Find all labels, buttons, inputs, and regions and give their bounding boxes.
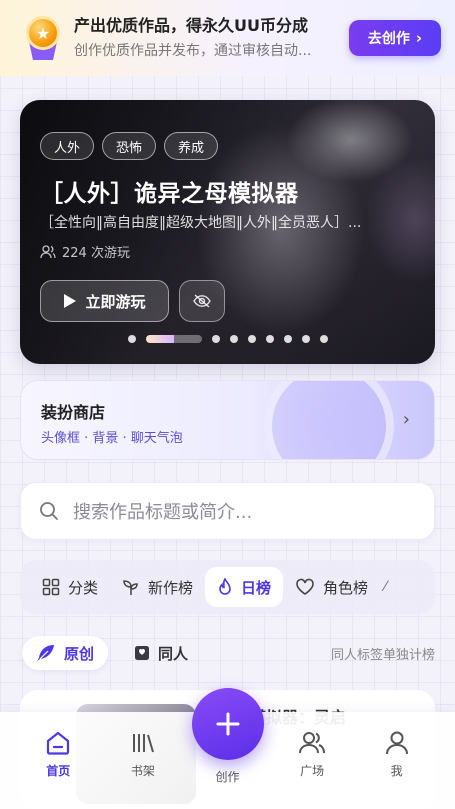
tab-label: 日榜	[241, 578, 272, 597]
carousel-dot[interactable]	[320, 335, 328, 343]
ranking-tabs: 分类 新作榜 日榜 角色榜 ⁄	[20, 560, 435, 614]
decorative-frame-image	[264, 381, 394, 459]
create-fab-button[interactable]	[192, 688, 264, 760]
carousel-dot[interactable]	[128, 335, 136, 343]
users-icon	[299, 732, 326, 754]
play-now-label: 立即游玩	[85, 292, 146, 311]
tab-label: 同人	[158, 644, 189, 663]
hide-button[interactable]	[179, 280, 225, 322]
users-icon	[40, 244, 56, 258]
nav-label: 首页	[46, 764, 71, 778]
promo-banner: ★ 产出优质作品，得永久UU币分成 创作优质作品并发布，通过审核自动... 去创…	[0, 0, 455, 76]
carousel-dot-active[interactable]	[146, 335, 202, 343]
play-count: 224 次游玩	[40, 242, 130, 261]
shop-title: 装扮商店	[41, 403, 106, 422]
nav-label: 书架	[130, 764, 155, 778]
user-icon	[385, 731, 408, 755]
tab-original[interactable]: 原创	[22, 636, 109, 670]
tab-daily[interactable]: 日榜	[205, 567, 284, 607]
search-placeholder: 搜索作品标题或简介...	[73, 502, 253, 523]
carousel-dot[interactable]	[212, 335, 220, 343]
tag-chip[interactable]: 养成	[164, 132, 219, 160]
tab-label: 分类	[68, 578, 99, 597]
go-create-label: 去创作	[367, 31, 410, 47]
tab-label: 角色榜	[323, 578, 369, 597]
carousel-dot[interactable]	[248, 335, 256, 343]
tab-label: 原创	[64, 644, 95, 663]
carousel-dot[interactable]	[266, 335, 274, 343]
featured-work-card[interactable]: 人外 恐怖 养成 ［人外］诡异之母模拟器 ［全性向‖高自由度‖超级大地图‖人外‖…	[20, 100, 435, 364]
chevron-right-icon: ›	[415, 29, 423, 47]
carousel-dot[interactable]	[302, 335, 310, 343]
tab-fanwork[interactable]: 同人	[120, 636, 202, 670]
nav-plaza[interactable]: 广场	[277, 730, 347, 809]
tag-list: 人外 恐怖 养成	[40, 132, 219, 160]
promo-subtitle: 创作优质作品并发布，通过审核自动...	[74, 42, 312, 59]
shop-subtitle: 头像框 · 背景 · 聊天气泡	[41, 431, 183, 446]
promo-text: 产出优质作品，得永久UU币分成 创作优质作品并发布，通过审核自动...	[74, 15, 339, 62]
play-count-text: 224 次游玩	[62, 246, 130, 261]
tab-characters[interactable]: 角色榜	[283, 567, 380, 607]
go-create-button[interactable]: 去创作 ›	[349, 20, 441, 56]
more-tabs-icon[interactable]: ⁄	[380, 579, 386, 595]
nav-label: 广场	[300, 764, 325, 778]
chevron-right-icon: ›	[402, 409, 410, 430]
carousel-indicator[interactable]	[128, 335, 328, 343]
grid-icon	[42, 578, 60, 596]
eye-off-icon	[193, 294, 211, 308]
carousel-dot[interactable]	[284, 335, 292, 343]
search-icon	[40, 502, 58, 520]
work-title: ［人外］诡异之母模拟器	[40, 181, 299, 207]
sprout-icon	[123, 580, 138, 595]
plus-icon	[216, 712, 240, 736]
search-input[interactable]: 搜索作品标题或简介...	[20, 482, 435, 540]
tab-label: 新作榜	[148, 578, 194, 597]
fanwork-ranking-note: 同人标签单独计榜	[330, 648, 435, 663]
home-icon	[47, 731, 70, 755]
star-medal-icon: ★	[24, 16, 62, 60]
dress-up-shop-banner[interactable]: 装扮商店 头像框 · 背景 · 聊天气泡 ›	[20, 380, 435, 460]
bookshelf-icon	[132, 734, 154, 753]
flame-icon	[219, 578, 231, 595]
nav-me[interactable]: 我	[362, 730, 432, 809]
book-icon	[135, 646, 150, 660]
promo-title: 产出优质作品，得永久UU币分成	[74, 15, 308, 35]
tab-new-works[interactable]: 新作榜	[110, 567, 205, 607]
heart-icon	[296, 578, 314, 595]
feather-icon	[37, 645, 54, 661]
nav-home[interactable]: 首页	[23, 730, 93, 809]
carousel-dot[interactable]	[230, 335, 238, 343]
nav-bookshelf[interactable]: 书架	[108, 730, 178, 809]
nav-label: 创作	[215, 770, 240, 784]
work-description: ［全性向‖高自由度‖超级大地图‖人外‖全员恶人］...	[40, 215, 362, 231]
origin-tabs: 原创 同人	[22, 636, 202, 670]
tag-chip[interactable]: 恐怖	[102, 132, 157, 160]
tag-chip[interactable]: 人外	[40, 132, 95, 160]
play-now-button[interactable]: 立即游玩	[40, 280, 169, 322]
play-icon	[64, 294, 77, 308]
nav-label: 我	[390, 764, 403, 778]
tab-category[interactable]: 分类	[40, 567, 110, 607]
